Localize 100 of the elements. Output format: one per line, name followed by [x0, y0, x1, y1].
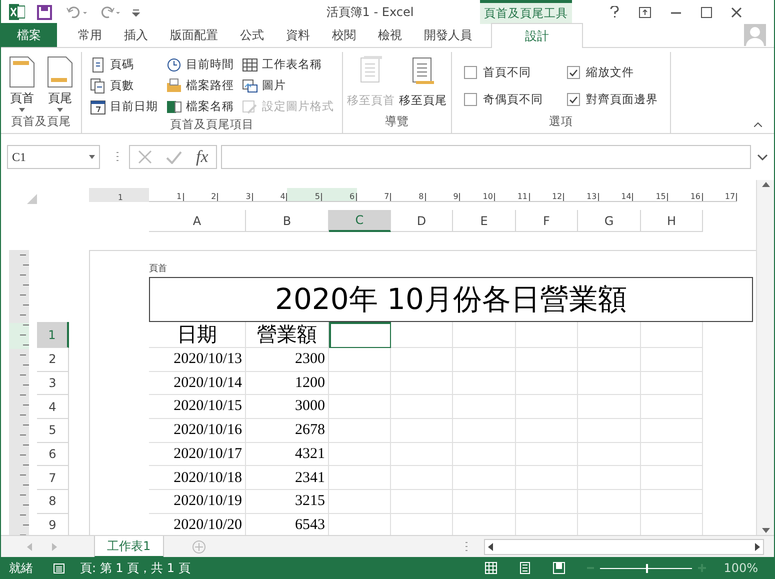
table-cell[interactable]	[329, 490, 391, 514]
row-header[interactable]: 8	[37, 490, 69, 514]
add-sheet-icon[interactable]	[192, 540, 206, 554]
table-cell[interactable]	[329, 442, 391, 466]
table-cell[interactable]	[391, 419, 453, 443]
ribbon-large-button[interactable]: 頁尾	[47, 56, 73, 112]
table-cell[interactable]	[516, 490, 578, 514]
scroll-left-icon[interactable]	[488, 542, 493, 550]
table-cell[interactable]	[453, 348, 516, 372]
checkbox[interactable]	[567, 93, 580, 106]
sheet-tab[interactable]: 工作表1	[94, 536, 164, 558]
ribbon-tab[interactable]: 檔案	[1, 23, 57, 47]
table-cell[interactable]	[453, 419, 516, 443]
table-cell[interactable]	[516, 322, 578, 348]
ribbon-nav-button[interactable]: 移至頁尾	[399, 56, 447, 110]
table-cell[interactable]	[578, 442, 641, 466]
row-header[interactable]: 5	[37, 419, 69, 443]
table-cell[interactable]	[641, 466, 703, 490]
close-icon[interactable]	[731, 6, 742, 18]
table-cell[interactable]	[641, 322, 703, 348]
ribbon-tab[interactable]: 開發人員	[413, 23, 483, 47]
table-cell[interactable]	[391, 395, 453, 420]
cancel-icon[interactable]	[138, 150, 152, 164]
ribbon-small-button[interactable]: 檔案路徑	[166, 76, 234, 95]
ribbon-large-button[interactable]: 頁首	[9, 56, 35, 112]
table-cell[interactable]: 3215	[246, 490, 329, 514]
column-header[interactable]: C	[329, 210, 391, 232]
ribbon-tab[interactable]: 檢視	[367, 23, 413, 47]
table-cell[interactable]: 2020/10/18	[149, 466, 246, 490]
table-cell[interactable]	[329, 395, 391, 420]
zoom-percentage[interactable]: 100%	[724, 559, 758, 577]
zoom-in-icon[interactable]	[698, 564, 706, 572]
row-header[interactable]: 2	[37, 348, 69, 372]
table-cell[interactable]	[329, 348, 391, 372]
table-cell[interactable]	[391, 322, 453, 348]
header-text-box[interactable]: 2020年 10月份各日營業額	[149, 277, 753, 322]
maximize-icon[interactable]	[701, 6, 712, 18]
scroll-up-icon[interactable]	[762, 182, 770, 187]
table-cell[interactable]: 2678	[246, 419, 329, 443]
ribbon-tab[interactable]: 校閱	[321, 23, 367, 47]
table-cell[interactable]: 2020/10/19	[149, 490, 246, 514]
table-cell[interactable]	[453, 372, 516, 396]
table-cell[interactable]	[391, 490, 453, 514]
collapse-ribbon-icon[interactable]	[754, 122, 762, 127]
horizontal-scrollbar[interactable]	[484, 538, 764, 554]
checkbox[interactable]	[464, 93, 477, 106]
table-cell[interactable]: 2300	[246, 348, 329, 372]
table-cell[interactable]	[453, 442, 516, 466]
table-cell[interactable]: 2020/10/14	[149, 372, 246, 396]
undo-icon[interactable]	[66, 5, 88, 19]
normal-view-icon[interactable]	[484, 562, 497, 574]
help-icon[interactable]	[610, 6, 619, 18]
formula-input-field[interactable]	[221, 145, 751, 169]
column-header[interactable]: H	[641, 210, 703, 232]
table-cell[interactable]	[641, 442, 703, 466]
table-cell[interactable]	[453, 490, 516, 514]
scroll-right-icon[interactable]	[755, 542, 760, 550]
checkbox[interactable]	[567, 66, 580, 80]
ribbon-tab[interactable]: 設計	[491, 23, 583, 48]
excel-logo-icon[interactable]	[9, 4, 25, 20]
table-cell[interactable]	[391, 466, 453, 490]
checkbox[interactable]	[464, 66, 477, 80]
table-cell[interactable]: 營業額	[246, 322, 329, 348]
table-cell[interactable]	[578, 395, 641, 420]
checkmark-icon[interactable]	[166, 150, 182, 164]
ribbon-small-button[interactable]: 目前日期	[90, 97, 158, 116]
column-header[interactable]: A	[149, 210, 246, 232]
row-header[interactable]: 3	[37, 372, 69, 396]
table-cell[interactable]	[578, 372, 641, 396]
table-cell[interactable]	[578, 419, 641, 443]
row-header[interactable]: 6	[37, 442, 69, 466]
table-cell[interactable]	[578, 466, 641, 490]
table-cell[interactable]	[391, 442, 453, 466]
table-cell[interactable]	[641, 372, 703, 396]
ribbon-small-button[interactable]: 目前時間	[166, 55, 234, 74]
table-cell[interactable]	[578, 322, 641, 348]
table-cell[interactable]	[641, 348, 703, 372]
table-cell[interactable]: 1200	[246, 372, 329, 396]
table-cell[interactable]	[641, 490, 703, 514]
user-avatar-icon[interactable]	[744, 24, 766, 46]
zoom-slider[interactable]	[600, 563, 692, 573]
table-cell[interactable]	[578, 490, 641, 514]
column-header[interactable]: E	[453, 210, 516, 232]
row-header[interactable]: 4	[37, 395, 69, 420]
name-box[interactable]: C1	[7, 145, 100, 169]
column-header[interactable]: F	[516, 210, 578, 232]
vertical-scrollbar[interactable]	[756, 180, 774, 535]
table-cell[interactable]	[453, 322, 516, 348]
zoom-slider-thumb[interactable]	[646, 564, 648, 572]
ribbon-small-button[interactable]: 檔案名稱	[166, 97, 234, 116]
row-header[interactable]: 7	[37, 466, 69, 490]
table-cell[interactable]	[516, 466, 578, 490]
macro-record-icon[interactable]	[53, 562, 65, 574]
selected-cell[interactable]	[329, 322, 391, 348]
table-cell[interactable]	[516, 348, 578, 372]
table-cell[interactable]	[641, 419, 703, 443]
next-sheet-icon[interactable]	[52, 542, 57, 550]
scroll-down-icon[interactable]	[762, 528, 770, 533]
table-cell[interactable]: 2341	[246, 466, 329, 490]
table-cell[interactable]	[516, 395, 578, 420]
